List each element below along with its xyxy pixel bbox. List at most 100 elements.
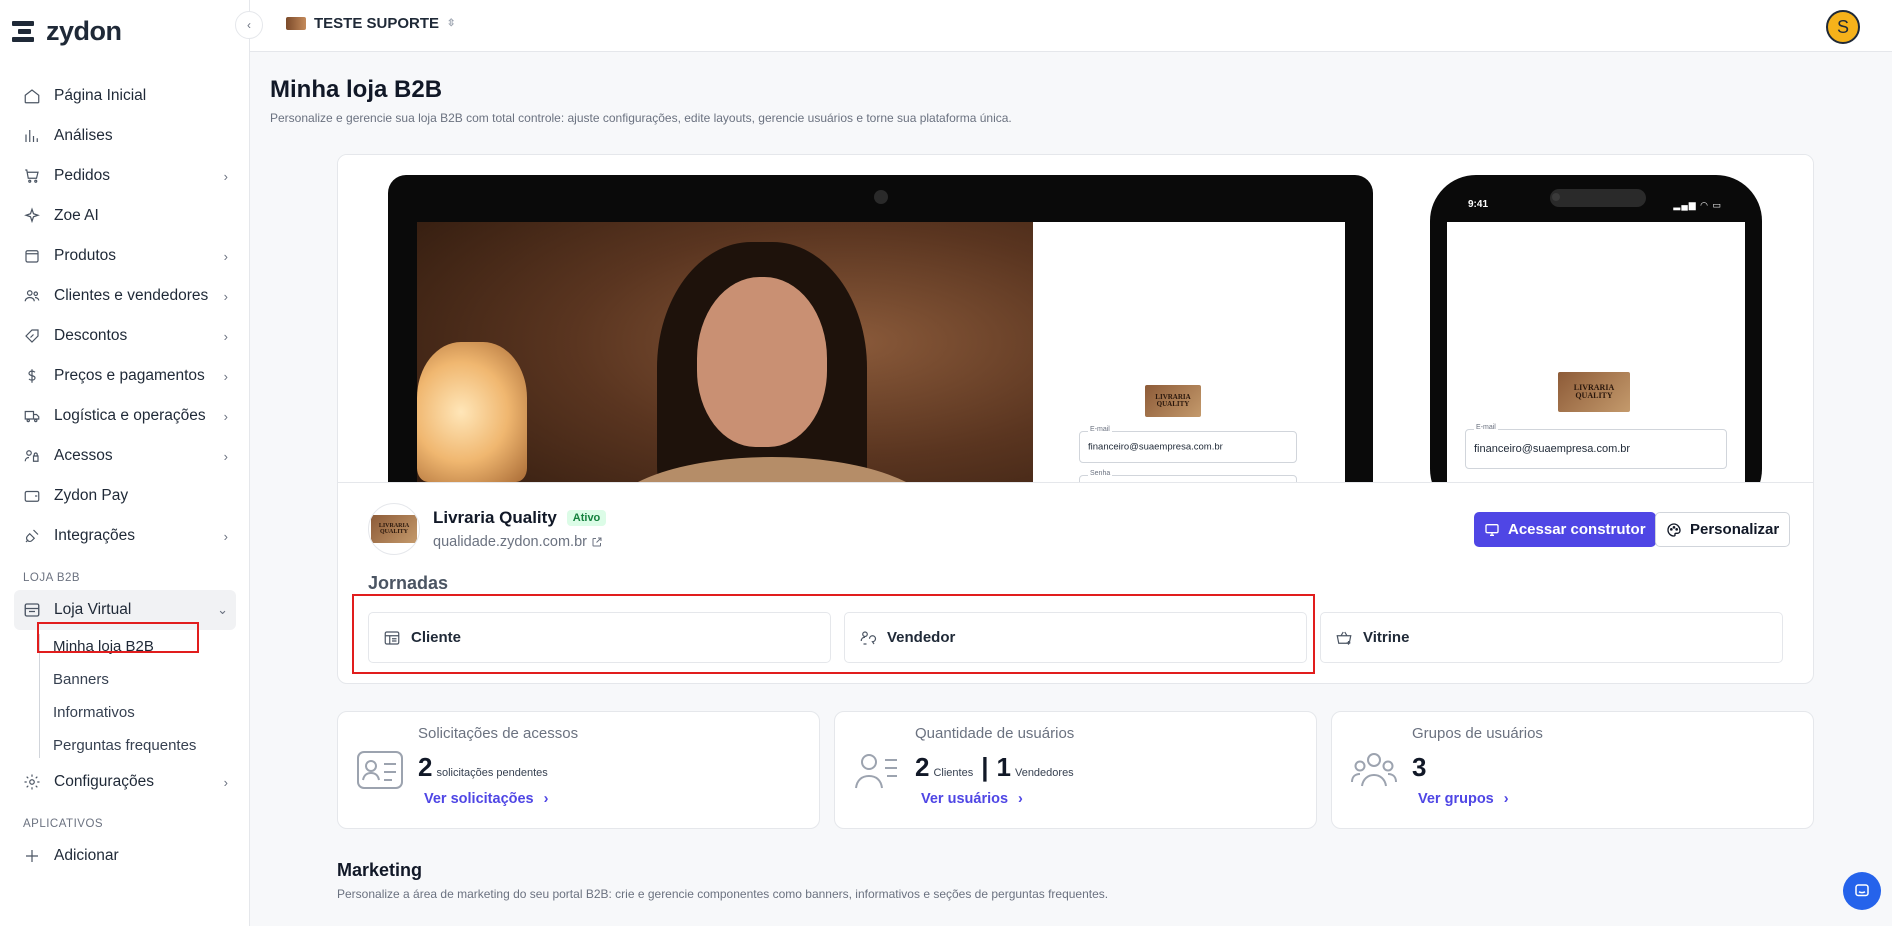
avatar[interactable]: S [1826, 10, 1860, 44]
store-info: LIVRARIA QUALITY Livraria Quality Ativo … [368, 503, 607, 555]
customize-label: Personalizar [1690, 521, 1780, 538]
chevron-left-icon: ‹ [247, 18, 251, 32]
sidebar-item-precos-pagamentos[interactable]: Preços e pagamentos › [14, 356, 236, 396]
laptop-mockup: LIVRARIA QUALITY E-mail financeiro@suaem… [388, 175, 1373, 482]
journey-vitrine[interactable]: Vitrine [1320, 612, 1783, 663]
clients-count: 2 [915, 752, 930, 782]
truck-icon [22, 406, 42, 426]
store-logo-icon: LIVRARIA QUALITY [1558, 372, 1630, 412]
users-list-icon [855, 754, 897, 789]
email-value: financeiro@suaempresa.com.br [1088, 441, 1223, 453]
chevron-right-icon: › [223, 408, 228, 424]
page-subtitle: Personalize e gerencie sua loja B2B com … [270, 111, 1012, 125]
sidebar-item-label: Descontos [54, 327, 128, 344]
chevron-right-icon: › [223, 528, 228, 544]
chevron-right-icon: › [223, 368, 228, 384]
chevron-right-icon: › [223, 774, 228, 790]
laptop-password-field: Senha [1079, 470, 1297, 482]
chat-button[interactable] [1843, 872, 1881, 910]
sidebar-item-clientes-vendedores[interactable]: Clientes e vendedores › [14, 276, 236, 316]
journey-label: Vitrine [1363, 629, 1410, 646]
page-title: Minha loja B2B [270, 76, 443, 103]
sidebar-subitem-perguntas-frequentes[interactable]: Perguntas frequentes [14, 729, 236, 762]
dollar-icon [22, 366, 42, 386]
sidebar-item-label: Zoe AI [54, 207, 99, 224]
camera-icon [874, 190, 888, 204]
store-avatar: LIVRARIA QUALITY [368, 503, 420, 555]
stat-label: Solicitações de acessos [418, 725, 579, 742]
stat-card-user-count: Quantidade de usuários 2 Clientes | 1 Ve… [834, 711, 1317, 829]
sidebar-item-pedidos[interactable]: Pedidos › [14, 156, 236, 196]
sidebar-item-zydon-pay[interactable]: Zydon Pay [14, 476, 236, 516]
sidebar-item-label: Acessos [54, 447, 113, 464]
stat-card-access-requests: Solicitações de acessos 2 solicitações p… [337, 711, 820, 829]
pending-requests-unit: solicitações pendentes [436, 767, 548, 779]
section-label-aplicativos: APLICATIVOS [23, 818, 104, 830]
brand-name: zydon [46, 16, 122, 46]
topbar: ‹ TESTE SUPORTE ⇳ S [235, 0, 1892, 52]
link-label: Ver usuários [921, 791, 1009, 807]
hero-image [417, 222, 1033, 482]
sidebar-nav: Página Inicial Análises Pedidos › Zoe AI… [14, 76, 236, 876]
sidebar-item-label: Integrações [54, 527, 135, 544]
email-value: financeiro@suaempresa.com.br [1474, 443, 1631, 455]
sidebar: zydon Página Inicial Análises Pedidos › … [0, 0, 250, 926]
store-switcher-label: TESTE SUPORTE [314, 15, 440, 32]
zydon-logo[interactable]: zydon [12, 16, 122, 47]
store-url-link[interactable]: qualidade.zydon.com.br [433, 534, 606, 550]
sidebar-subitem-banners[interactable]: Banners [14, 663, 236, 696]
sidebar-item-acessos[interactable]: Acessos › [14, 436, 236, 476]
stat-separator: | [981, 752, 989, 782]
phone-notch [1550, 189, 1646, 207]
chevron-right-icon: › [1503, 791, 1509, 807]
sidebar-item-adicionar[interactable]: Adicionar [14, 836, 236, 876]
chevron-right-icon: › [1018, 791, 1023, 807]
store-switcher[interactable]: TESTE SUPORTE ⇳ [286, 15, 455, 32]
chart-bars-icon [22, 126, 42, 146]
chevron-updown-icon: ⇳ [447, 18, 456, 29]
palette-icon [1667, 522, 1681, 537]
phone-screen: LIVRARIA QUALITY E-mail financeiro@suaem… [1447, 222, 1745, 482]
sidebar-item-logistica[interactable]: Logística e operações › [14, 396, 236, 436]
password-label: Senha [1088, 470, 1113, 477]
sidebar-item-label: Zydon Pay [54, 487, 129, 504]
sidebar-item-zoe-ai[interactable]: Zoe AI [14, 196, 236, 236]
sidebar-subitem-informativos[interactable]: Informativos [14, 696, 236, 729]
phone-time: 9:41 [1468, 199, 1489, 210]
view-groups-link[interactable]: Ver grupos › [1418, 791, 1509, 807]
stat-value: 2 Clientes | 1 Vendedores [915, 752, 1074, 783]
users-icon [22, 286, 42, 306]
phone-mockup: 9:41 ▂▄▆ ◠ ▭ LIVRARIA QUALITY E-mail fin… [1430, 175, 1762, 482]
id-card-icon [357, 751, 403, 789]
chevron-down-icon: ⌄ [217, 602, 228, 617]
store-logo-icon: LIVRARIA QUALITY [371, 515, 417, 543]
gear-icon [22, 772, 42, 792]
sidebar-item-configuracoes[interactable]: Configurações › [14, 762, 236, 802]
view-requests-link[interactable]: Ver solicitações › [424, 791, 548, 807]
sidebar-item-analises[interactable]: Análises [14, 116, 236, 156]
sidebar-item-descontos[interactable]: Descontos › [14, 316, 236, 356]
hero-face-shape [697, 277, 827, 447]
chevron-right-icon: › [223, 448, 228, 464]
sidebar-item-label: Adicionar [54, 847, 119, 864]
view-users-link[interactable]: Ver usuários › [921, 791, 1023, 807]
access-icon [22, 446, 42, 466]
open-builder-label: Acessar construtor [1508, 521, 1646, 538]
storefront-icon [22, 600, 42, 620]
stat-label: Grupos de usuários [1412, 725, 1543, 742]
open-builder-button[interactable]: Acessar construtor [1474, 512, 1656, 547]
customize-button[interactable]: Personalizar [1655, 512, 1791, 547]
home-icon [22, 86, 42, 106]
sidebar-item-pagina-inicial[interactable]: Página Inicial [14, 76, 236, 116]
phone-camera-icon [1552, 193, 1560, 201]
lamp-shape [417, 342, 527, 482]
chevron-right-icon: › [223, 288, 228, 304]
cart-icon [22, 166, 42, 186]
sidebar-item-produtos[interactable]: Produtos › [14, 236, 236, 276]
sidebar-item-integracoes[interactable]: Integrações › [14, 516, 236, 556]
sellers-unit: Vendedores [1014, 767, 1074, 779]
collapse-sidebar-button[interactable]: ‹ [235, 11, 263, 39]
chevron-right-icon: › [543, 791, 549, 807]
percent-tag-icon [22, 326, 42, 346]
stat-value: 3 [1412, 752, 1426, 783]
